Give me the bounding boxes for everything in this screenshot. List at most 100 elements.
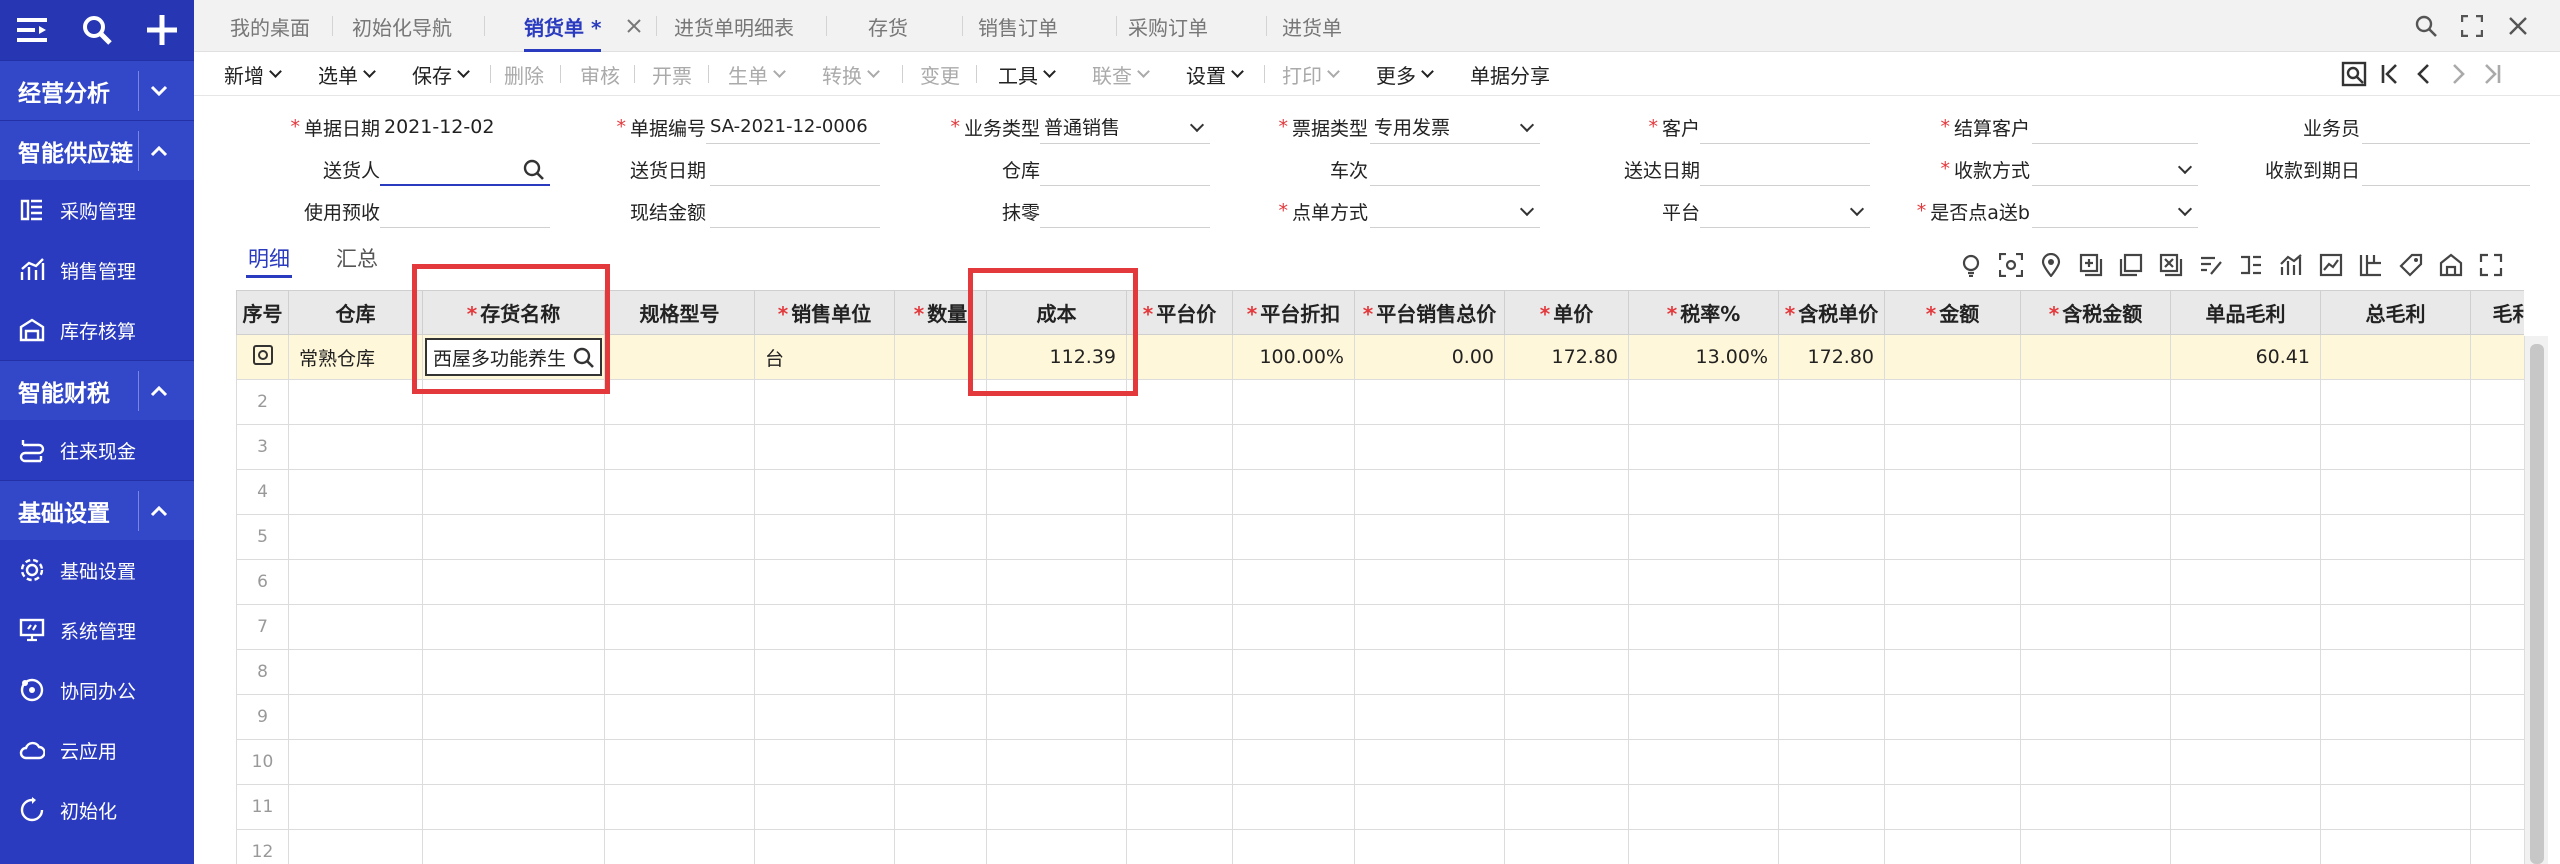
grid-cell[interactable] [754,424,895,470]
grid-cell[interactable] [422,469,605,515]
grid-cell[interactable] [2170,514,2321,560]
add-row-icon[interactable] [2076,250,2106,280]
grid-cell[interactable] [986,604,1127,650]
sidebar-section-supply-chain[interactable]: 智能供应链 [0,120,194,180]
grid-cell[interactable] [986,829,1127,864]
table-row[interactable]: 4 [236,469,2524,515]
grid-cell[interactable] [1354,379,1505,425]
grid-cell[interactable] [2170,379,2321,425]
grid-cell[interactable] [1354,514,1505,560]
grid-cell[interactable] [894,649,987,695]
tools-button[interactable]: 工具 [998,52,1056,96]
sidebar-item-office[interactable]: 协同办公 [0,660,194,720]
grid-cell[interactable] [2320,469,2471,515]
cell-platform-total[interactable]: 0.00 [1354,334,1505,380]
grid-cell[interactable] [1884,424,2021,470]
grid-cell[interactable] [2020,694,2171,740]
grid-cell[interactable] [1504,514,1629,560]
tag-icon[interactable] [2396,250,2426,280]
table-row[interactable]: 6 [236,559,2524,605]
settle-customer-field[interactable] [2032,110,2198,144]
grid-cell[interactable] [1628,694,1779,740]
grid-cell[interactable] [1504,379,1629,425]
grid-cell[interactable] [2470,424,2524,470]
grid-cell[interactable] [1126,739,1233,785]
grid-cell[interactable] [2170,559,2321,605]
grid-cell[interactable] [1884,559,2021,605]
grid-cell[interactable] [1232,469,1355,515]
a-to-b-select[interactable] [2032,194,2198,228]
next-record-icon[interactable] [2442,58,2474,90]
col-header-platform-price[interactable]: * 平台价 [1126,290,1233,335]
grid-cell[interactable] [1778,694,1885,740]
grid-cell[interactable] [986,694,1127,740]
grid-cell[interactable] [2170,649,2321,695]
grid-cell[interactable] [2170,829,2321,864]
table-row[interactable]: 10 [236,739,2524,785]
store-icon[interactable] [2436,250,2466,280]
grid-cell[interactable] [1778,649,1885,695]
cell-spec[interactable] [604,334,755,380]
grid-cell[interactable] [2470,694,2524,740]
grid-cell[interactable] [1504,829,1629,864]
add-icon[interactable] [142,10,182,50]
grid-cell[interactable] [1884,694,2021,740]
scan-icon[interactable] [1996,250,2026,280]
grid-cell[interactable] [1778,559,1885,605]
sidebar-item-cash[interactable]: 往来现金 [0,420,194,480]
grid-cell[interactable] [1354,604,1505,650]
grid-cell[interactable] [2020,649,2171,695]
col-header-platform-discount[interactable]: * 平台折扣 [1232,290,1355,335]
grid-cell[interactable] [2020,559,2171,605]
save-button[interactable]: 保存 [412,52,470,96]
cash-amount-field[interactable] [710,194,880,228]
invoice-button[interactable]: 开票 [652,52,692,96]
grid-cell[interactable] [1354,784,1505,830]
delete-button[interactable]: 删除 [504,52,544,96]
grid-cell[interactable] [1504,784,1629,830]
locate-icon[interactable] [2338,58,2370,90]
tab-inventory[interactable]: 存货 [868,0,908,52]
grid-cell[interactable] [894,604,987,650]
grid-cell[interactable] [422,649,605,695]
col-header-price[interactable]: * 单价 [1504,290,1629,335]
cell-warehouse[interactable]: 常熟仓库 [288,334,423,380]
grid-cell[interactable] [1778,604,1885,650]
grid-cell[interactable] [2170,694,2321,740]
business-type-select[interactable]: 普通销售 [1040,110,1210,144]
grid-cell[interactable] [1354,559,1505,605]
grid-cell[interactable] [1232,559,1355,605]
grid-cell[interactable] [986,424,1127,470]
round-off-field[interactable] [1040,194,1210,228]
expand-icon[interactable] [2476,250,2506,280]
grid-cell[interactable] [2020,424,2171,470]
cell-amount[interactable] [1884,334,2021,380]
grid-cell[interactable] [1126,514,1233,560]
grid-cell[interactable] [986,559,1127,605]
grid-cell[interactable] [2470,559,2524,605]
grid-cell[interactable] [2470,604,2524,650]
grid-cell[interactable] [894,694,987,740]
grid-cell[interactable] [754,604,895,650]
grid-cell[interactable] [986,739,1127,785]
grid-cell[interactable] [2170,739,2321,785]
audit-button[interactable]: 审核 [580,52,620,96]
location-icon[interactable] [2036,250,2066,280]
grid-cell[interactable] [1354,739,1505,785]
grid-cell[interactable] [1126,469,1233,515]
grid-cell[interactable] [894,784,987,830]
table-row[interactable]: 11 [236,784,2524,830]
grid-cell[interactable] [1126,379,1233,425]
grid-cell[interactable] [894,559,987,605]
grid-cell[interactable] [894,469,987,515]
grid-cell[interactable] [1232,649,1355,695]
order-method-select[interactable] [1370,194,1540,228]
table-row[interactable]: 12 [236,829,2524,864]
grid-cell[interactable] [288,469,423,515]
grid-cell[interactable] [1778,379,1885,425]
grid-cell[interactable] [894,739,987,785]
customer-field[interactable] [1700,110,1870,144]
grid-cell[interactable] [1504,424,1629,470]
sidebar-section-basic[interactable]: 基础设置 [0,480,194,540]
tab-purchase-receipt[interactable]: 进货单 [1282,0,1342,52]
